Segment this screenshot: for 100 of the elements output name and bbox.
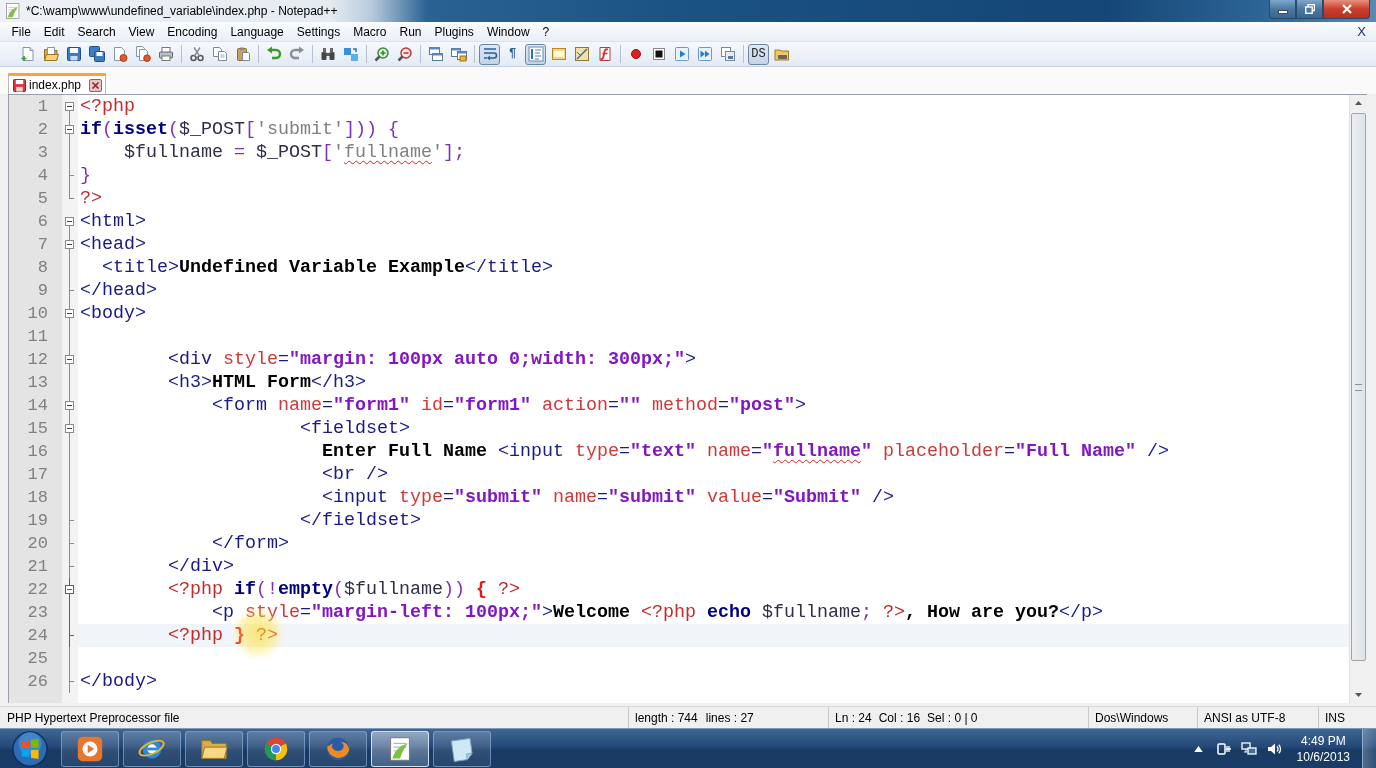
menu-item[interactable]: File — [5, 24, 38, 39]
code-line: <p style="margin-left: 100px;">Welcome <?php echo $fullname; ?>, How are you?</p> — [210, 602, 1103, 623]
fold-line — [69, 176, 70, 187]
code-line: $fullname = $_POST['fullname']; — [123, 142, 465, 163]
taskbar-button[interactable] — [61, 730, 119, 767]
taskbar-button[interactable] — [309, 730, 367, 767]
toolbar-button[interactable]: ¶ — [502, 43, 523, 65]
menu-item[interactable]: Encoding — [160, 24, 224, 39]
scrollbar-thumb[interactable] — [1351, 113, 1366, 661]
fold-line — [69, 544, 70, 555]
minimize-button[interactable] — [1269, 0, 1296, 19]
clipboard-icon[interactable] — [234, 46, 251, 62]
code-line: <?php if(!empty($fullname)) { ?> — [167, 579, 520, 600]
panel-icon[interactable] — [550, 46, 567, 62]
toolbar-button[interactable]: DS — [748, 43, 769, 65]
folder-drive-icon[interactable] — [773, 46, 790, 62]
menu-item[interactable]: Plugins — [428, 24, 481, 39]
copy-icon[interactable] — [211, 46, 228, 62]
line-number: 6 — [37, 211, 48, 232]
fold-line — [69, 521, 70, 532]
menu-item[interactable]: Run — [393, 24, 428, 39]
fold-toggle-icon[interactable] — [65, 424, 74, 433]
fast-forward-icon[interactable] — [696, 46, 713, 62]
file-tab[interactable]: index.php — [8, 73, 107, 94]
line-number: 1 — [37, 96, 48, 117]
save-macro-icon[interactable] — [719, 46, 736, 62]
new-file-icon[interactable] — [19, 46, 36, 62]
show-desktop-button[interactable] — [1362, 729, 1376, 768]
close-document-button[interactable]: X — [1355, 24, 1368, 39]
binoculars-icon[interactable] — [319, 46, 336, 62]
play-icon[interactable] — [673, 46, 690, 62]
menu-item[interactable]: Macro — [346, 24, 393, 39]
stacked-windows-icon[interactable] — [427, 46, 444, 62]
taskbar-button[interactable] — [433, 730, 491, 767]
taskbar-button[interactable] — [371, 730, 429, 767]
code-line: <?php — [80, 96, 135, 117]
stop-icon[interactable] — [650, 46, 667, 62]
code-line: <body> — [80, 303, 146, 324]
taskbar-button[interactable] — [185, 730, 243, 767]
close-icon[interactable] — [89, 78, 103, 92]
undo-icon[interactable] — [265, 46, 282, 62]
open-folder-icon[interactable] — [42, 46, 59, 62]
minimize-icon — [1277, 10, 1288, 14]
code-line: <form name="form1" id="form1" action="" method="post"> — [210, 395, 806, 416]
code-line: ?> — [80, 188, 102, 209]
function-list-icon[interactable] — [596, 46, 613, 62]
printer-icon[interactable] — [157, 46, 174, 62]
restore-button[interactable] — [1296, 0, 1323, 19]
fold-toggle-icon[interactable] — [65, 585, 74, 594]
menu-item[interactable]: Edit — [37, 24, 72, 39]
code-line: <head> — [80, 234, 146, 255]
save-icon[interactable] — [65, 46, 82, 62]
menu-item[interactable]: Window — [480, 24, 537, 39]
menu-item[interactable]: Settings — [290, 24, 347, 39]
window-title: *C:\wamp\www\undefined_variable\index.php - Notepad++ — [26, 4, 338, 18]
network-icon[interactable] — [1240, 740, 1257, 757]
replace-icon[interactable] — [342, 46, 359, 62]
fold-toggle-icon[interactable] — [65, 355, 74, 364]
clock-date[interactable]: 10/6/2013 — [1296, 748, 1350, 765]
menu-item[interactable]: Language — [223, 24, 291, 39]
line-number: 16 — [27, 441, 48, 462]
line-ending-label: Dos\Windows — [1095, 710, 1169, 725]
windows-lock-icon[interactable] — [450, 46, 467, 62]
fold-toggle-icon[interactable] — [65, 240, 74, 249]
triangle-up-icon[interactable] — [1193, 745, 1203, 752]
line-number: 7 — [37, 234, 48, 255]
line-number: 8 — [37, 257, 48, 278]
line-number: 5 — [37, 188, 48, 209]
fold-line — [69, 682, 70, 693]
fold-toggle-icon[interactable] — [65, 401, 74, 410]
code-line: </fieldset> — [298, 510, 421, 531]
redo-icon[interactable] — [288, 46, 305, 62]
scissors-icon[interactable] — [188, 46, 205, 62]
zoom-out-icon[interactable] — [396, 46, 413, 62]
fold-toggle-icon[interactable] — [65, 102, 74, 111]
taskbar-button[interactable] — [123, 730, 181, 767]
fold-toggle-icon[interactable] — [65, 309, 74, 318]
zoom-in-icon[interactable] — [373, 46, 390, 62]
fold-toggle-icon[interactable] — [65, 217, 74, 226]
fold-toggle-icon[interactable] — [65, 125, 74, 134]
insert-mode-label: INS — [1325, 710, 1345, 725]
taskbar-button[interactable] — [247, 730, 305, 767]
code-line: </head> — [80, 280, 157, 301]
clock-time[interactable]: 4:49 PM — [1300, 732, 1346, 749]
close-button[interactable] — [1323, 0, 1370, 19]
line-number: 20 — [27, 533, 48, 554]
code-line: <fieldset> — [298, 418, 410, 439]
map-icon[interactable] — [573, 46, 590, 62]
menu-item[interactable]: Search — [71, 24, 123, 39]
code-line: <div style="margin: 100px auto 0;width: 300px;"> — [167, 349, 696, 370]
close-file-icon[interactable] — [111, 46, 128, 62]
save-all-icon[interactable] — [88, 46, 105, 62]
start-orb-icon[interactable] — [11, 729, 49, 768]
menu-item[interactable]: View — [122, 24, 161, 39]
file-type-label: PHP Hypertext Preprocessor file — [7, 710, 180, 725]
menu-item[interactable]: ? — [536, 24, 556, 39]
close-all-icon[interactable] — [134, 46, 151, 62]
device-icon[interactable] — [1215, 740, 1232, 757]
line-number: 19 — [27, 510, 48, 531]
selection-label: Sel : 0 | 0 — [927, 710, 978, 725]
